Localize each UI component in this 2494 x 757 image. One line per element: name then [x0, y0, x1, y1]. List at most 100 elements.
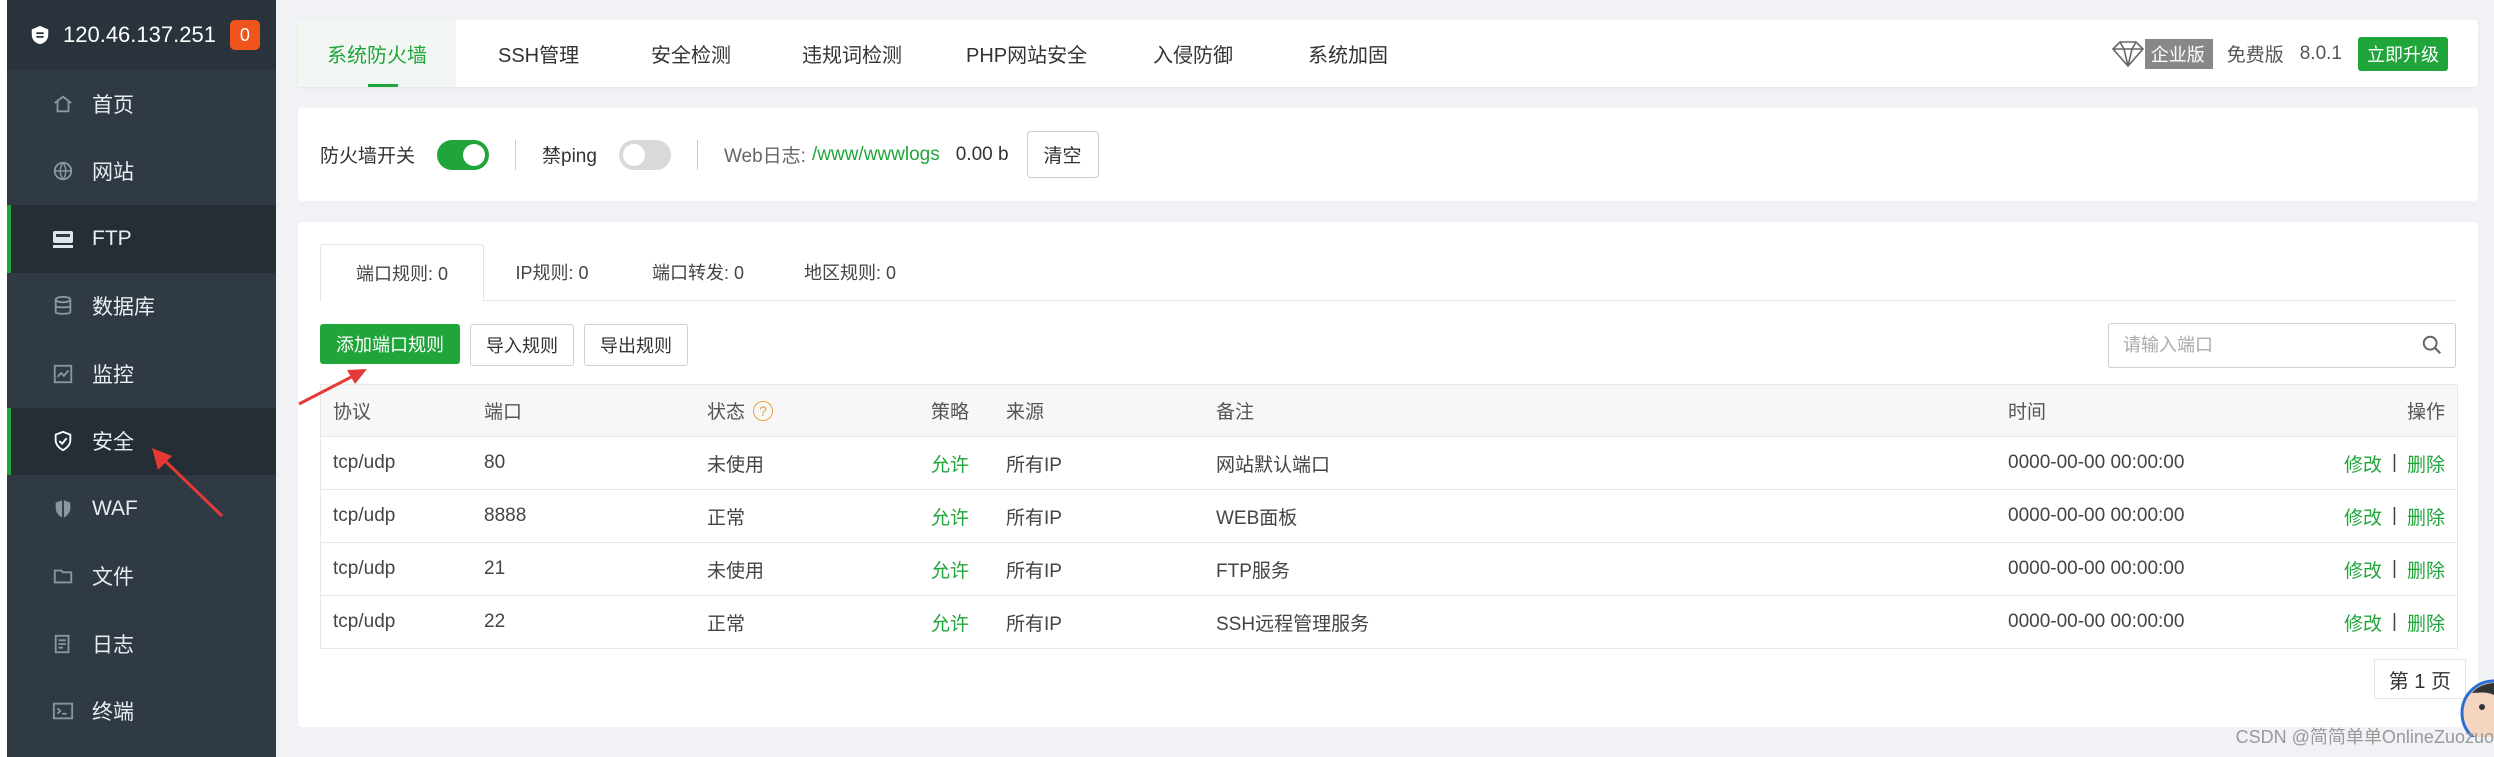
subtab-port-forward[interactable]: 端口转发: 0 — [622, 244, 774, 300]
rule-subtabs: 端口规则: 0 IP规则: 0 端口转发: 0 地区规则: 0 — [320, 244, 2456, 302]
sidebar-item-label: 安全 — [92, 431, 134, 455]
sidebar-item-label: 终端 — [92, 701, 134, 725]
notification-badge[interactable]: 0 — [229, 20, 260, 50]
sidebar-item-label: 文件 — [92, 566, 134, 590]
edit-link[interactable]: 修改 — [2344, 609, 2382, 636]
sidebar-item-logs[interactable]: 日志 — [7, 610, 276, 678]
cell-status: 正常 — [707, 507, 746, 529]
main-content: 系统防火墙 SSH管理 安全检测 违规词检测 PHP网站安全 入侵防御 系统加固… — [276, 0, 2494, 757]
divider — [696, 139, 698, 170]
delete-link[interactable]: 删除 — [2407, 556, 2445, 583]
cell-actions: 修改 | 删除 — [2344, 543, 2445, 595]
cell-actions: 修改 | 删除 — [2344, 596, 2445, 648]
search-icon[interactable] — [2421, 334, 2443, 356]
monitor-icon — [50, 361, 76, 387]
cell-note: 网站默认端口 — [1216, 454, 1331, 476]
subtab-port-rules[interactable]: 端口规则: 0 — [320, 244, 484, 302]
port-rules-table: 协议 端口 状态 ? 策略 来源 备注 时间 操作 tcp/udp 80 未使用… — [320, 384, 2458, 649]
home-icon — [50, 91, 76, 117]
delete-link[interactable]: 删除 — [2407, 609, 2445, 636]
folder-icon — [50, 563, 76, 589]
subtab-region-rules[interactable]: 地区规则: 0 — [774, 244, 926, 300]
port-search-input[interactable] — [2121, 324, 2405, 367]
port-search-box — [2108, 323, 2456, 368]
table-header-row: 协议 端口 状态 ? 策略 来源 备注 时间 操作 — [321, 385, 2457, 436]
divider: | — [2392, 452, 2397, 473]
firewall-status-bar: 防火墙开关 禁ping Web日志: /www/wwwlogs 0.00 b 清… — [298, 108, 2478, 201]
cell-port: 22 — [484, 611, 506, 632]
firewall-switch-toggle[interactable] — [437, 139, 490, 170]
log-icon — [50, 631, 76, 657]
divider: | — [2392, 505, 2397, 526]
page-indicator[interactable]: 第 1 页 — [2373, 659, 2466, 699]
free-edition-label: 免费版 — [2226, 45, 2284, 66]
cell-time: 0000-00-00 00:00:00 — [2008, 611, 2185, 632]
header-source: 来源 — [1006, 402, 1045, 423]
table-row: tcp/udp 8888 正常 允许 所有IP WEB面板 0000-00-00… — [321, 489, 2457, 542]
delete-link[interactable]: 删除 — [2407, 450, 2445, 477]
tab-security-scan[interactable]: 安全检测 — [651, 20, 731, 87]
header-actions: 操作 — [2406, 402, 2445, 423]
sidebar: 120.46.137.251 0 首页 网站 FTP 数据库 监控 安全 WAF… — [7, 0, 276, 757]
delete-link[interactable]: 删除 — [2407, 503, 2445, 530]
cell-source: 所有IP — [1006, 613, 1062, 635]
import-rules-button[interactable]: 导入规则 — [470, 324, 574, 366]
sidebar-item-database[interactable]: 数据库 — [7, 273, 276, 341]
sidebar-item-label: 日志 — [92, 633, 134, 657]
cell-source: 所有IP — [1006, 560, 1062, 582]
subtab-ip-rules[interactable]: IP规则: 0 — [482, 244, 622, 300]
cell-policy: 允许 — [931, 507, 970, 529]
server-ip: 120.46.137.251 — [63, 22, 216, 47]
cell-policy: 允许 — [931, 613, 970, 635]
sidebar-item-monitor[interactable]: 监控 — [7, 340, 276, 408]
tab-php-security[interactable]: PHP网站安全 — [966, 20, 1087, 87]
tab-intrusion-prevention[interactable]: 入侵防御 — [1153, 20, 1233, 87]
sidebar-item-files[interactable]: 文件 — [7, 543, 276, 611]
shield-check-icon — [50, 428, 76, 454]
header-protocol: 协议 — [333, 402, 372, 423]
sidebar-item-home[interactable]: 首页 — [7, 70, 276, 138]
tab-system-firewall[interactable]: 系统防火墙 — [298, 20, 456, 87]
cell-status: 正常 — [707, 613, 746, 635]
help-question-icon[interactable]: ? — [753, 400, 774, 421]
sidebar-item-label: 数据库 — [92, 296, 155, 320]
server-header[interactable]: 120.46.137.251 0 — [7, 0, 276, 70]
tab-ssh[interactable]: SSH管理 — [498, 20, 579, 87]
tab-system-hardening[interactable]: 系统加固 — [1308, 20, 1388, 87]
cell-protocol: tcp/udp — [333, 505, 396, 526]
add-port-rule-button[interactable]: 添加端口规则 — [320, 324, 460, 364]
sidebar-item-waf[interactable]: WAF — [7, 475, 276, 543]
watermark-text: CSDN @简简单单OnlineZuozuo — [2235, 727, 2494, 747]
header-note: 备注 — [1216, 402, 1255, 423]
window-edge — [0, 0, 7, 757]
cell-policy: 允许 — [931, 454, 970, 476]
table-row: tcp/udp 21 未使用 允许 所有IP FTP服务 0000-00-00 … — [321, 542, 2457, 595]
cell-actions: 修改 | 删除 — [2344, 437, 2445, 489]
weblog-path-link[interactable]: /www/wwwlogs — [812, 144, 940, 166]
sidebar-item-website[interactable]: 网站 — [7, 138, 276, 206]
header-time: 时间 — [2008, 402, 2047, 423]
database-icon — [50, 293, 76, 319]
cell-time: 0000-00-00 00:00:00 — [2008, 452, 2185, 473]
cell-protocol: tcp/udp — [333, 452, 396, 473]
export-rules-button[interactable]: 导出规则 — [584, 324, 688, 366]
enterprise-badge[interactable]: 企业版 — [2144, 38, 2213, 69]
header-policy: 策略 — [931, 402, 970, 423]
edit-link[interactable]: 修改 — [2344, 556, 2382, 583]
tab-forbidden-words[interactable]: 违规词检测 — [802, 20, 902, 87]
top-tab-bar: 系统防火墙 SSH管理 安全检测 违规词检测 PHP网站安全 入侵防御 系统加固… — [298, 20, 2478, 87]
header-port: 端口 — [484, 402, 523, 423]
sidebar-item-ftp[interactable]: FTP — [7, 205, 276, 273]
waf-shield-icon — [50, 496, 76, 522]
upgrade-button[interactable]: 立即升级 — [2358, 36, 2448, 71]
cell-source: 所有IP — [1006, 454, 1062, 476]
ping-toggle[interactable] — [618, 139, 671, 170]
edit-link[interactable]: 修改 — [2344, 450, 2382, 477]
sidebar-item-security[interactable]: 安全 — [7, 407, 276, 475]
clear-log-button[interactable]: 清空 — [1026, 131, 1099, 178]
edit-link[interactable]: 修改 — [2344, 503, 2382, 530]
cell-protocol: tcp/udp — [333, 611, 396, 632]
ping-label: 禁ping — [542, 146, 597, 167]
diamond-icon — [2111, 40, 2144, 67]
sidebar-item-terminal[interactable]: 终端 — [7, 678, 276, 746]
